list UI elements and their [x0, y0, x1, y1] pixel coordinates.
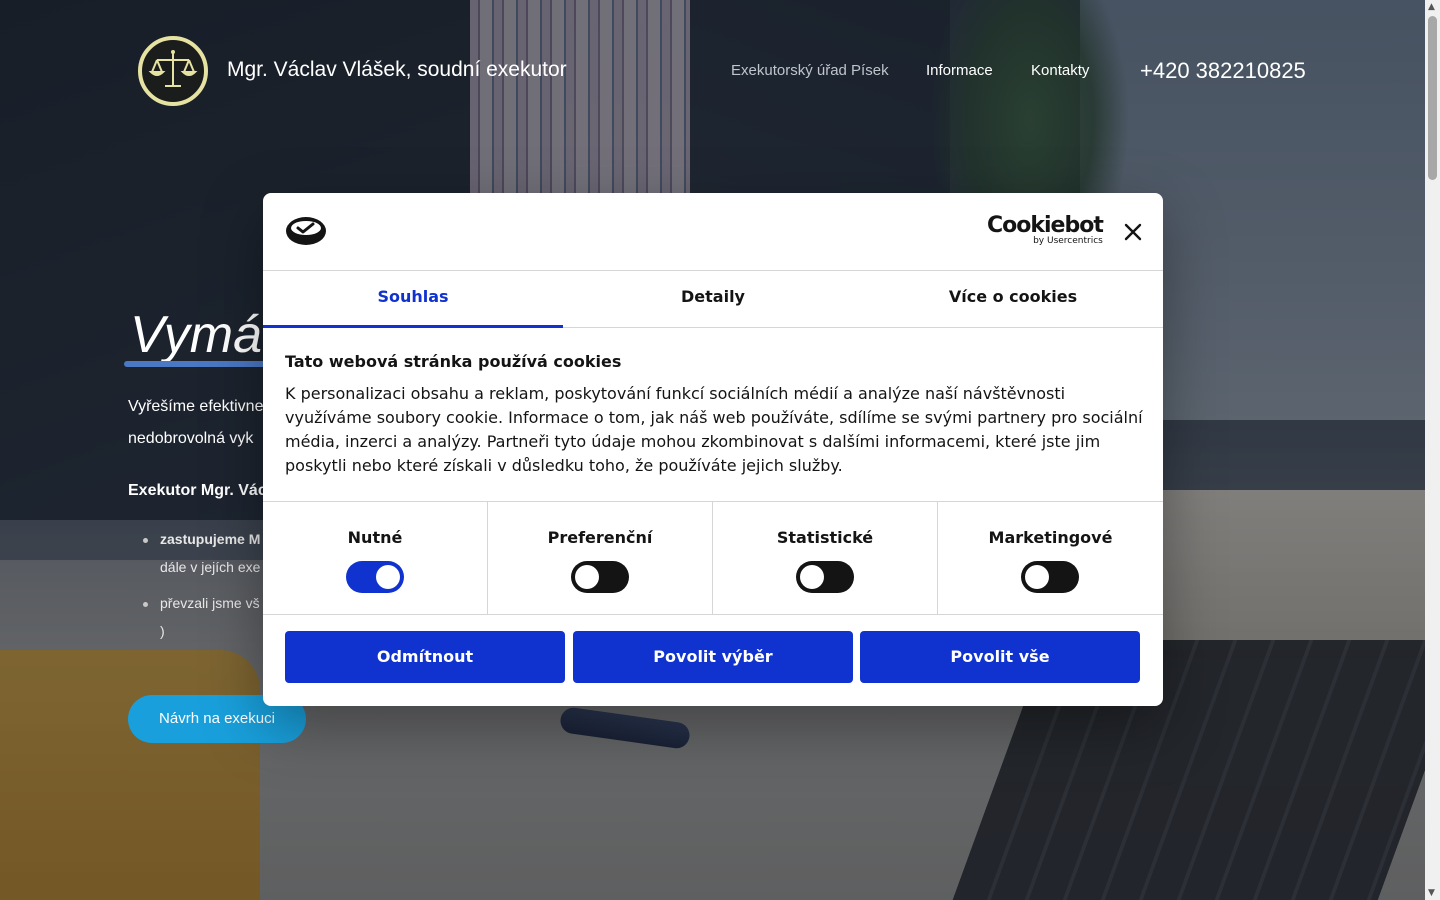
- category-necessary: Nutné: [263, 502, 488, 615]
- hero-list-item: ): [160, 623, 165, 639]
- statistics-toggle[interactable]: [796, 561, 854, 593]
- nav-link-info[interactable]: Informace: [926, 62, 993, 79]
- hero-list-item: převzali jsme vš: [160, 595, 260, 611]
- scales-logo-icon[interactable]: [138, 36, 208, 106]
- cookiebot-logo[interactable]: Cookiebot by Usercentrics: [987, 213, 1104, 246]
- cookie-consent-dialog: Cookiebot by Usercentrics Souhlas Detail…: [263, 193, 1163, 706]
- marketing-toggle[interactable]: [1021, 561, 1079, 593]
- hero-paragraph-line: Vyřešíme efektivne: [128, 398, 264, 415]
- page-scrollbar[interactable]: ▲ ▼: [1425, 0, 1440, 900]
- preferences-toggle[interactable]: [571, 561, 629, 593]
- hero-title: Vymá: [130, 306, 262, 364]
- category-marketing: Marketingové: [938, 502, 1163, 615]
- deny-button[interactable]: Odmítnout: [285, 631, 565, 683]
- category-preferences: Preferenční: [488, 502, 713, 615]
- list-bullet-icon: [143, 538, 148, 543]
- dialog-header: Cookiebot by Usercentrics: [263, 193, 1163, 271]
- category-label: Preferenční: [547, 528, 653, 547]
- tab-about-cookies[interactable]: Více o cookies: [863, 271, 1163, 328]
- site-brand-name[interactable]: Mgr. Václav Vlášek, soudní exekutor: [227, 58, 567, 82]
- dialog-tabs: Souhlas Detaily Více o cookies: [263, 271, 1163, 328]
- category-label: Marketingové: [988, 528, 1113, 547]
- necessary-toggle[interactable]: [346, 561, 404, 593]
- scroll-down-arrow-icon[interactable]: ▼: [1428, 888, 1435, 898]
- scrollbar-thumb[interactable]: [1428, 16, 1437, 180]
- nav-link-office[interactable]: Exekutorský úřad Písek: [731, 62, 889, 79]
- tab-consent[interactable]: Souhlas: [263, 271, 563, 328]
- scroll-up-arrow-icon[interactable]: ▲: [1428, 2, 1435, 12]
- dialog-description: K personalizaci obsahu a reklam, poskyto…: [285, 384, 1143, 475]
- hero-list-item: zastupujeme M: [160, 531, 261, 547]
- consent-categories: Nutné Preferenční Statistické Marketingo…: [263, 501, 1163, 615]
- cookiebot-mark-icon: [285, 215, 327, 251]
- phone-number-link[interactable]: +420 382210825: [1140, 58, 1306, 84]
- dialog-title: Tato webová stránka používá cookies: [285, 352, 622, 371]
- allow-all-button[interactable]: Povolit vše: [860, 631, 1140, 683]
- hero-title-underline: [124, 361, 284, 367]
- category-statistics: Statistické: [713, 502, 938, 615]
- hero-list-item: dále v jejích exe: [160, 559, 261, 575]
- dialog-actions: Odmítnout Povolit výběr Povolit vše: [263, 615, 1163, 706]
- category-label: Statistické: [776, 528, 874, 547]
- nav-link-contacts[interactable]: Kontakty: [1031, 62, 1089, 79]
- tab-details[interactable]: Detaily: [563, 271, 863, 328]
- hero-strong-text: Exekutor Mgr. Vác: [128, 482, 267, 499]
- allow-selection-button[interactable]: Povolit výběr: [573, 631, 853, 683]
- site-header: Mgr. Václav Vlášek, soudní exekutor Exek…: [0, 0, 1425, 140]
- close-icon[interactable]: [1121, 220, 1145, 244]
- list-bullet-icon: [143, 602, 148, 607]
- hero-paragraph-line: nedobrovolná vyk: [128, 430, 254, 447]
- category-label: Nutné: [347, 528, 403, 547]
